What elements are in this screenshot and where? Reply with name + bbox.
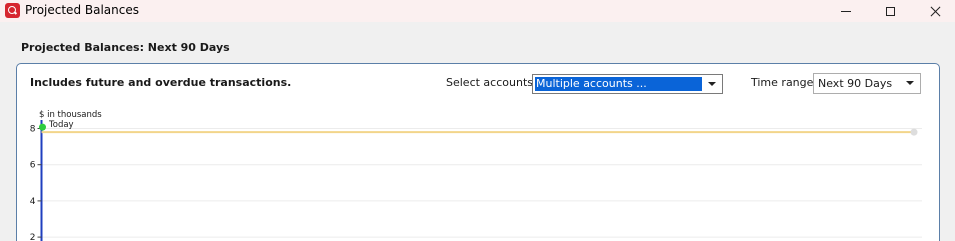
- balance-end-point[interactable]: [910, 128, 918, 136]
- page-title: Projected Balances: Next 90 Days: [21, 41, 230, 54]
- y-tick-label: 6: [30, 161, 36, 171]
- quicken-icon: [5, 3, 20, 18]
- chart-gridlines: [41, 128, 922, 238]
- y-axis-label: $ in thousands: [39, 110, 102, 120]
- projection-panel: Includes future and overdue transactions…: [16, 63, 940, 241]
- close-icon: [929, 5, 941, 17]
- y-tick-label: 4: [30, 197, 36, 207]
- today-marker-label: Today: [48, 120, 74, 130]
- window-title: Projected Balances: [25, 3, 139, 17]
- minimize-button[interactable]: [826, 0, 866, 22]
- today-marker[interactable]: [39, 123, 46, 131]
- y-tick-label: 2: [30, 233, 36, 241]
- close-button[interactable]: [915, 0, 955, 22]
- y-tick-label: 8: [30, 125, 36, 135]
- projected-balance-chart: 2 4 6 8 $ in thousands Today: [30, 110, 922, 241]
- title-bar: Projected Balances: [0, 0, 955, 22]
- projected-balances-window: Projected Balances Projected Balances: N…: [0, 0, 955, 241]
- chart-series: [41, 128, 918, 136]
- maximize-icon: [885, 6, 895, 16]
- y-axis-ticks: 2 4 6 8: [30, 125, 42, 241]
- minimize-icon: [841, 10, 851, 12]
- maximize-button[interactable]: [870, 0, 910, 22]
